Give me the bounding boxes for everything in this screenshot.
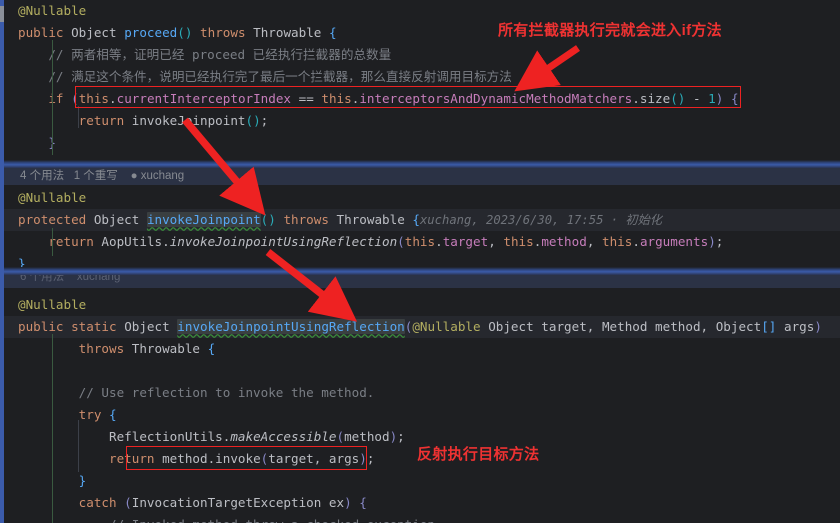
code-line: }	[18, 135, 56, 150]
annotation-text-reflection-invoke: 反射执行目标方法	[417, 446, 540, 463]
indent-guide	[52, 334, 53, 523]
separator-band	[0, 267, 840, 275]
code-line: catch (InvocationTargetException ex) {	[18, 495, 367, 510]
code-line-comment: // Invoked method threw a checked except…	[0, 514, 840, 523]
indent-guide	[52, 228, 53, 256]
usages-count[interactable]: 4 个用法	[20, 170, 64, 182]
code-line-comment: // 满足这个条件，说明已经执行完了最后一个拦截器，那么直接反射调用目标方法	[18, 69, 512, 84]
file-separator-block3: 6 个用法 xuchang	[0, 267, 840, 288]
gutter-hint-block3[interactable]: 6 个用法 xuchang	[0, 275, 840, 288]
annotation-text-if-method: 所有拦截器执行完就会进入if方法	[498, 22, 722, 39]
code-line: try {	[18, 407, 117, 422]
editor-edge-thumb[interactable]	[0, 6, 4, 22]
code-line-method-signature: protected Object invokeJoinpoint() throw…	[0, 209, 840, 231]
code-line-comment: // 两者相等，证明已经 proceed 已经执行拦截器的总数量	[18, 47, 392, 62]
gutter-hint-block3-text[interactable]: 6 个用法 xuchang	[20, 275, 120, 283]
code-line: @Nullable	[18, 190, 87, 205]
indent-guide	[78, 106, 79, 128]
editor-left-edge-marker	[0, 0, 4, 523]
code-line: return invokeJoinpoint();	[18, 113, 269, 128]
code-line: }	[78, 473, 87, 488]
indent-guide	[78, 420, 79, 472]
file-separator-block2: 4 个用法 1 个重写 ● xuchang	[0, 160, 840, 185]
separator-band	[0, 160, 840, 168]
code-line: @Nullable	[18, 297, 87, 312]
code-line-if: if (this.currentInterceptorIndex == this…	[18, 91, 739, 106]
code-line: throws Throwable {	[18, 341, 216, 356]
gutter-hint-block2[interactable]: 4 个用法 1 个重写 ● xuchang	[0, 168, 840, 185]
code-line-method-signature: public static Object invokeJoinpointUsin…	[0, 316, 840, 338]
vcs-blame-annotation: xuchang, 2023/6/30, 17:55 · 初始化	[419, 213, 662, 227]
code-line: return AopUtils.invokeJoinpointUsingRefl…	[18, 234, 724, 249]
gutter-author[interactable]: xuchang	[141, 170, 184, 182]
author-icon: ●	[130, 170, 138, 182]
indent-guide	[52, 40, 53, 155]
ide-code-editor[interactable]: @Nullable public Object proceed() throws…	[0, 0, 840, 523]
code-line-comment: // Use reflection to invoke the method.	[18, 385, 375, 400]
overrides-count[interactable]: 1 个重写	[74, 170, 118, 182]
